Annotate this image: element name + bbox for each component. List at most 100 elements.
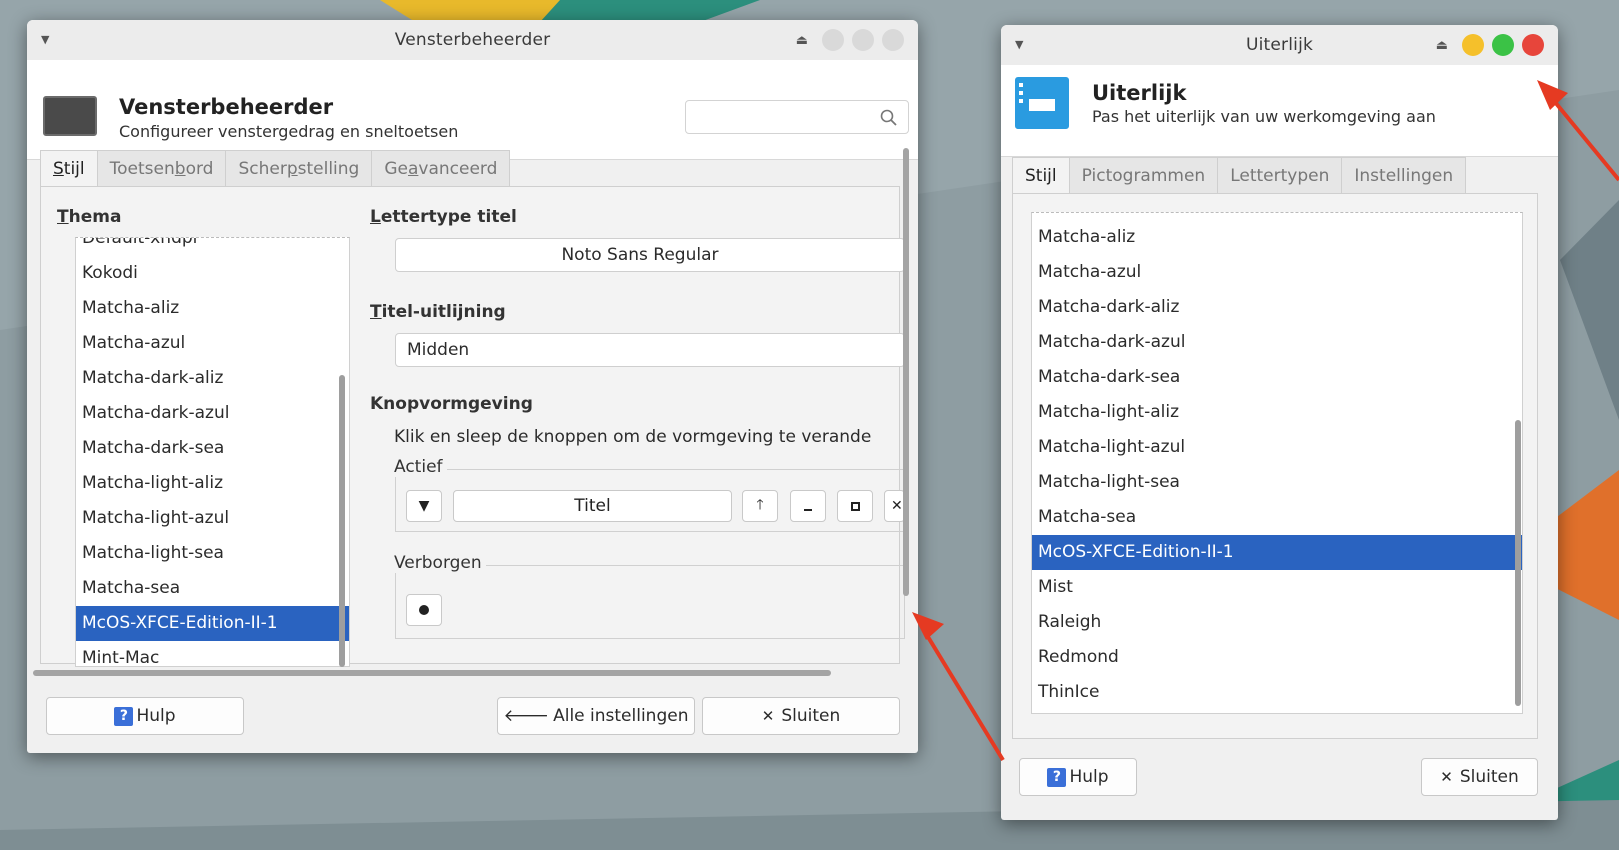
style-list-item[interactable]: Matcha-dark-aliz [1032, 290, 1522, 325]
maximize-icon [850, 501, 860, 511]
dialog-header: Uiterlijk Pas het uiterlijk van uw werko… [1001, 65, 1558, 157]
tab-pictogrammen[interactable]: Pictogrammen [1069, 157, 1219, 194]
search-icon [880, 109, 897, 126]
style-list-item[interactable]: Matcha-dark-sea [1032, 360, 1522, 395]
maximize-button[interactable] [1492, 34, 1514, 56]
tab-scherpstelling[interactable]: Scherpstelling [226, 150, 373, 187]
style-list-item[interactable]: Matcha-light-azul [1032, 430, 1522, 465]
style-list-item[interactable]: Matcha-dark-azul [1032, 325, 1522, 360]
style-list-scrollbar[interactable] [1515, 420, 1521, 706]
maximize-button-slot[interactable] [837, 490, 873, 522]
style-list-item[interactable]: McOS-XFCE-Edition-II-1 [1032, 535, 1522, 570]
tab-panel: Thema Default-xhdpi Kokodi Matcha-aliz Matc… [40, 186, 905, 667]
theme-list-item[interactable]: Matcha-light-azul [76, 501, 349, 536]
theme-label: Thema [57, 207, 122, 227]
title-alignment-select[interactable]: Midden [395, 333, 905, 367]
theme-list-item[interactable]: Default-xhdpi [76, 238, 349, 256]
menu-button-slot[interactable]: ▼ [406, 490, 442, 522]
style-list-item[interactable]: Raleigh [1032, 605, 1522, 640]
close-dialog-button[interactable]: ✕ Sluiten [702, 697, 900, 735]
title-alignment-value: Midden [407, 340, 470, 360]
tab-stijl[interactable]: Stijl [40, 150, 98, 187]
style-list-item[interactable]: Matcha-light-sea [1032, 465, 1522, 500]
theme-list-scrollbar[interactable] [339, 375, 345, 667]
minimize-button[interactable] [822, 29, 844, 51]
style-list-item[interactable]: Industrial [1032, 213, 1522, 220]
close-icon: ✕ [891, 498, 903, 514]
theme-list-item[interactable]: McOS-XFCE-Edition-II-1 [76, 606, 349, 641]
hidden-label: Verborgen [394, 553, 486, 573]
style-list[interactable]: IndustrialMatcha-alizMatcha-azulMatcha-d… [1031, 212, 1523, 714]
theme-list-item[interactable]: Matcha-light-aliz [76, 466, 349, 501]
close-button-slot[interactable]: ✕ [884, 490, 905, 522]
close-dialog-button[interactable]: ✕ Sluiten [1421, 758, 1538, 796]
title-font-label: Lettertype titel [370, 207, 517, 227]
active-label: Actief [394, 457, 447, 477]
title-font-button[interactable]: Noto Sans Regular [395, 238, 905, 272]
window-title: Uiterlijk [1245, 35, 1314, 55]
chevron-down-icon[interactable]: ▼ [41, 33, 49, 46]
page-title: Vensterbeheerder [119, 95, 334, 119]
tab-panel: IndustrialMatcha-alizMatcha-azulMatcha-d… [1012, 193, 1538, 739]
theme-list[interactable]: Default-xhdpi Kokodi Matcha-aliz Matcha-azu… [75, 237, 350, 667]
window-manager-window: ▼ Vensterbeheerder ⏏ Vensterbeheerder Co… [27, 20, 918, 753]
triangle-down-icon: ▼ [418, 498, 430, 514]
panel-horizontal-scrollbar[interactable] [33, 670, 831, 676]
tab-lettertypen[interactable]: Lettertypen [1218, 157, 1343, 194]
theme-list-item[interactable]: Kokodi [76, 256, 349, 291]
titlebar[interactable]: ▼ Vensterbeheerder ⏏ [27, 20, 918, 60]
button-layout-label: Knopvormgeving [370, 394, 533, 414]
eject-icon[interactable]: ⏏ [796, 33, 808, 48]
help-icon: ? [1047, 767, 1067, 787]
arrow-up-icon: 🡑 [756, 497, 764, 513]
panel-vertical-scrollbar[interactable] [903, 148, 909, 596]
arrow-left-icon: 🡐 [503, 706, 550, 726]
help-button[interactable]: ? Hulp [46, 697, 244, 735]
dialog-header: Vensterbeheerder Configureer venstergedr… [27, 60, 918, 160]
theme-list-item[interactable]: Matcha-light-sea [76, 536, 349, 571]
title-slot[interactable]: Titel [453, 490, 732, 522]
window-title: Vensterbeheerder [394, 30, 551, 50]
page-title: Uiterlijk [1092, 81, 1187, 105]
chevron-down-icon[interactable]: ▼ [1015, 38, 1023, 51]
style-list-item[interactable]: ThinIce [1032, 675, 1522, 710]
hidden-buttons-frame [395, 565, 905, 639]
tab-instellingen[interactable]: Instellingen [1342, 157, 1467, 194]
maximize-button[interactable] [852, 29, 874, 51]
theme-list-item[interactable]: Matcha-dark-sea [76, 431, 349, 466]
help-button[interactable]: ? Hulp [1019, 758, 1137, 796]
style-list-item[interactable]: Redmond [1032, 640, 1522, 675]
tab-stijl[interactable]: Stijl [1012, 157, 1070, 194]
theme-list-item[interactable]: Matcha-aliz [76, 291, 349, 326]
page-subtitle: Pas het uiterlijk van uw werkomgeving aa… [1092, 107, 1436, 126]
theme-list-item[interactable]: Matcha-azul [76, 326, 349, 361]
style-list-item[interactable]: Mist [1032, 570, 1522, 605]
eject-icon[interactable]: ⏏ [1436, 38, 1448, 53]
close-button[interactable] [882, 29, 904, 51]
close-button[interactable] [1522, 34, 1544, 56]
theme-list-item[interactable]: Matcha-dark-aliz [76, 361, 349, 396]
style-list-item[interactable]: Matcha-azul [1032, 255, 1522, 290]
style-list-item[interactable]: Matcha-aliz [1032, 220, 1522, 255]
tab-geavanceerd[interactable]: Geavanceerd [372, 150, 511, 187]
button-layout-hint: Klik en sleep de knoppen om de vormgevin… [394, 427, 872, 447]
tab-toetsenbord[interactable]: Toetsenbord [97, 150, 227, 187]
style-list-item[interactable]: Matcha-sea [1032, 500, 1522, 535]
theme-list-item[interactable]: Matcha-sea [76, 571, 349, 606]
shade-button-slot[interactable]: 🡑 [742, 490, 778, 522]
stick-button-slot[interactable] [406, 594, 442, 626]
theme-list-item[interactable]: Mint-Mac [76, 641, 349, 666]
titlebar[interactable]: ▼ Uiterlijk ⏏ [1001, 25, 1558, 65]
appearance-window: ▼ Uiterlijk ⏏ Uiterlijk Pas het uiterlij… [1001, 25, 1558, 820]
bullet-icon [419, 605, 429, 615]
close-icon: ✕ [1440, 768, 1453, 786]
title-font-value: Noto Sans Regular [561, 245, 719, 265]
minimize-button-slot[interactable] [790, 490, 826, 522]
search-input[interactable] [685, 100, 909, 134]
all-settings-button[interactable]: 🡐 Alle instellingen [497, 697, 695, 735]
tab-bar: Stijl Pictogrammen Lettertypen Instellin… [1012, 157, 1467, 194]
style-list-item[interactable]: Matcha-light-aliz [1032, 395, 1522, 430]
minimize-button[interactable] [1462, 34, 1484, 56]
theme-list-item[interactable]: Matcha-dark-azul [76, 396, 349, 431]
window-manager-icon [43, 96, 97, 136]
